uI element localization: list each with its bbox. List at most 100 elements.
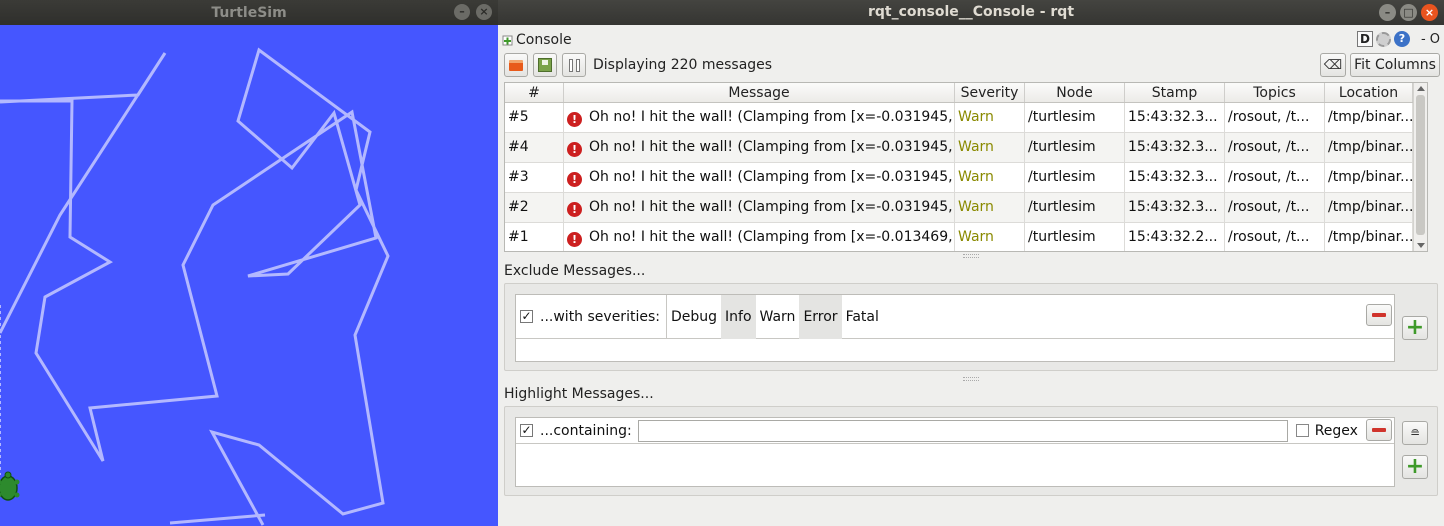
column-header-stamp[interactable]: Stamp — [1125, 83, 1225, 102]
turtlesim-title: TurtleSim — [211, 4, 287, 21]
minus-icon — [1372, 428, 1386, 432]
row-location: /tmp/binar... — [1325, 223, 1413, 251]
row-topics: /rosout, /t... — [1225, 193, 1325, 222]
row-number: #3 — [505, 163, 564, 192]
row-stamp: 15:43:32.3... — [1125, 133, 1225, 162]
clear-icon: ⌫ — [1323, 57, 1343, 73]
maximize-button[interactable]: □ — [1400, 4, 1417, 21]
row-message-text: Oh no! I hit the wall! (Clamping from [x… — [589, 199, 955, 215]
plugin-header: Console — [502, 31, 572, 49]
plugin-label: Console — [516, 32, 572, 48]
table-scrollbar[interactable] — [1413, 83, 1427, 251]
highlight-filter-toggle-button[interactable]: ≘ — [1402, 421, 1428, 445]
row-message: ! Oh no! I hit the wall! (Clamping from [… — [564, 133, 955, 162]
column-header-location[interactable]: Location — [1325, 83, 1413, 102]
severity-option-error[interactable]: Error — [799, 294, 842, 339]
severity-option-fatal[interactable]: Fatal — [842, 295, 883, 339]
scroll-down-icon[interactable] — [1417, 243, 1425, 248]
row-message-text: Oh no! I hit the wall! (Clamping from [x… — [589, 229, 955, 245]
severity-option-warn[interactable]: Warn — [756, 295, 800, 339]
column-header-message[interactable]: Message — [564, 83, 955, 102]
highlight-group: ✓ ...containing: Regex ≘ + — [504, 406, 1438, 496]
table-row[interactable]: #3 ! Oh no! I hit the wall! (Clamping fro… — [505, 163, 1427, 193]
table-row[interactable]: #1 ! Oh no! I hit the wall! (Clamping fro… — [505, 223, 1427, 251]
highlight-filter-checkbox[interactable]: ✓ — [520, 424, 533, 437]
row-severity: Warn — [955, 133, 1025, 162]
row-severity: Warn — [955, 193, 1025, 222]
row-number: #4 — [505, 133, 564, 162]
dock-button[interactable]: D — [1356, 31, 1373, 47]
exclude-section-label: Exclude Messages... — [504, 263, 646, 279]
row-message-text: Oh no! I hit the wall! (Clamping from [x… — [589, 109, 955, 125]
save-button[interactable] — [533, 53, 557, 77]
row-number: #2 — [505, 193, 564, 222]
row-node: /turtlesim — [1025, 193, 1125, 222]
add-exclude-filter-button[interactable]: + — [1402, 316, 1428, 340]
pause-icon — [568, 58, 580, 72]
remove-highlight-filter-button[interactable] — [1366, 419, 1392, 441]
close-icon: × — [479, 5, 489, 18]
pause-button[interactable] — [562, 53, 586, 77]
regex-checkbox[interactable] — [1295, 424, 1309, 437]
table-row[interactable]: #4 ! Oh no! I hit the wall! (Clamping fro… — [505, 133, 1427, 163]
exclude-filter-checkbox[interactable]: ✓ — [520, 310, 533, 323]
row-severity: Warn — [955, 223, 1025, 251]
column-header-severity[interactable]: Severity — [955, 83, 1025, 102]
turtlesim-window: TurtleSim – × — [0, 0, 498, 526]
splitter-handle[interactable] — [963, 377, 979, 381]
row-stamp: 15:43:32.2... — [1125, 223, 1225, 251]
turtle-icon — [0, 471, 20, 501]
fit-columns-button[interactable]: Fit Columns — [1350, 53, 1440, 77]
open-button[interactable] — [504, 53, 528, 77]
row-number: #1 — [505, 223, 564, 251]
help-icon[interactable]: ? — [1393, 31, 1410, 47]
folder-open-icon — [509, 59, 523, 71]
turtle-path-line — [0, 52, 167, 334]
rqt-titlebar[interactable]: rqt_console__Console - rqt – □ × — [498, 0, 1444, 25]
error-icon: ! — [567, 142, 582, 157]
minimize-button[interactable]: – — [1379, 4, 1396, 21]
table-row[interactable]: #5 ! Oh no! I hit the wall! (Clamping fro… — [505, 103, 1427, 133]
row-message: ! Oh no! I hit the wall! (Clamping from [… — [564, 223, 955, 251]
splitter-handle[interactable] — [963, 254, 979, 258]
row-message: ! Oh no! I hit the wall! (Clamping from [… — [564, 163, 955, 192]
turtle-path-line — [0, 47, 390, 526]
remove-exclude-filter-button[interactable] — [1366, 304, 1392, 326]
scrollbar-thumb[interactable] — [1416, 95, 1425, 235]
table-row[interactable]: #2 ! Oh no! I hit the wall! (Clamping fro… — [505, 193, 1427, 223]
regex-label: Regex — [1314, 422, 1358, 439]
turtle-path-line — [169, 513, 266, 525]
column-header-num[interactable]: # — [505, 83, 564, 102]
row-node: /turtlesim — [1025, 103, 1125, 132]
close-button[interactable]: × — [476, 4, 492, 20]
error-icon: ! — [567, 172, 582, 187]
row-node: /turtlesim — [1025, 133, 1125, 162]
rqt-console-window: rqt_console__Console - rqt – □ × Console… — [498, 0, 1444, 526]
exclude-filter-list: ✓ ...with severities: Debug Info Warn Er… — [515, 294, 1395, 362]
add-highlight-filter-button[interactable]: + — [1402, 455, 1428, 479]
filter-icon: ≘ — [1409, 426, 1421, 440]
gear-icon[interactable] — [1375, 31, 1391, 47]
row-message-text: Oh no! I hit the wall! (Clamping from [x… — [589, 169, 955, 185]
row-topics: /rosout, /t... — [1225, 163, 1325, 192]
close-button[interactable]: × — [1421, 4, 1438, 21]
turtlesim-titlebar[interactable]: TurtleSim – × — [0, 0, 498, 25]
scroll-up-icon[interactable] — [1417, 86, 1425, 91]
minimize-button[interactable]: – — [454, 4, 470, 20]
highlight-text-input[interactable] — [637, 419, 1288, 442]
highlight-section-label: Highlight Messages... — [504, 386, 654, 402]
hide-button[interactable]: - O — [1421, 32, 1440, 47]
column-header-topics[interactable]: Topics — [1225, 83, 1325, 102]
clear-button[interactable]: ⌫ — [1320, 53, 1346, 77]
row-stamp: 15:43:32.3... — [1125, 193, 1225, 222]
severity-option-info[interactable]: Info — [721, 294, 756, 339]
exclude-group: ✓ ...with severities: Debug Info Warn Er… — [504, 283, 1438, 371]
severity-option-debug[interactable]: Debug — [667, 295, 721, 339]
row-severity: Warn — [955, 163, 1025, 192]
close-icon: × — [1424, 6, 1435, 19]
regex-toggle[interactable]: Regex — [1295, 422, 1358, 439]
row-message: ! Oh no! I hit the wall! (Clamping from [… — [564, 193, 955, 222]
table-header: # Message Severity Node Stamp Topics Loc… — [505, 83, 1427, 103]
row-location: /tmp/binar... — [1325, 133, 1413, 162]
column-header-node[interactable]: Node — [1025, 83, 1125, 102]
